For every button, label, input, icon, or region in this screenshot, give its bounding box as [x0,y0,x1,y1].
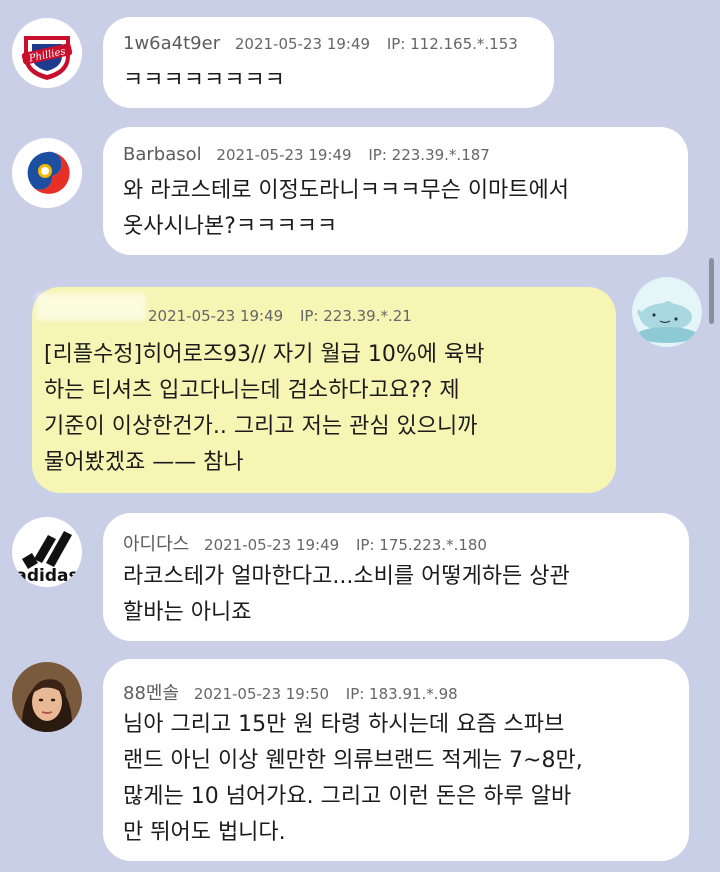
comment-meta: Barbasol 2021-05-23 19:49 IP: 223.39.*.1… [123,144,490,165]
comment-ip: IP: 223.39.*.21 [299,307,412,325]
comment-body: [리플수정]히어로즈93// 자기 월급 10%에 육박 하는 티셔츠 입고다니… [44,337,484,481]
comment-line: 만 뛰어도 법니다. [123,820,286,845]
comment-bubble: 88멘솔 2021-05-23 19:50 IP: 183.91.*.98 님아… [103,659,689,861]
portrait-photo-avatar[interactable] [12,662,82,732]
comment-bubble: 아디다스 2021-05-23 19:49 IP: 175.223.*.180 … [103,513,689,641]
korea-taegeuk-logo-icon [13,139,81,207]
comment-nickname[interactable]: 88멘솔 [123,683,179,704]
comment-date: 2021-05-23 19:49 [204,536,340,554]
svg-text:adidas: adidas [15,566,78,586]
comment-body: 님아 그리고 15만 원 타령 하시는데 요즘 스파브 랜드 아닌 이상 웬만한… [123,707,583,851]
comment-date: 2021-05-23 19:49 [148,307,284,325]
comment-nickname[interactable]: Barbasol [123,144,202,165]
comment-line: 할바는 아니죠 [123,600,252,625]
scrollbar[interactable] [709,258,714,324]
comment-meta: 2021-05-23 19:49 IP: 223.39.*.21 [148,307,412,325]
hidden-nickname [36,293,146,321]
comment-date: 2021-05-23 19:49 [234,35,371,53]
dolphin-avatar[interactable] [632,277,702,347]
comment-body: ㅋㅋㅋㅋㅋㅋㅋㅋ [123,63,285,99]
dolphin-icon [633,278,701,346]
comment-body: 라코스테가 얼마한다고...소비를 어떻게하든 상관 할바는 아니죠 [123,559,570,631]
portrait-photo-icon [12,662,82,732]
comment-ip: IP: 112.165.*.153 [386,35,518,53]
korea-taegeuk-logo-avatar[interactable] [12,138,82,208]
comment-line: 랜드 아닌 이상 웬만한 의류브랜드 적게는 7~8만, [123,748,583,773]
comment-body: 와 라코스테로 이정도라니ㅋㅋㅋ무슨 이마트에서 옷사시나본?ㅋㅋㅋㅋㅋ [123,173,569,245]
comment-nickname[interactable]: 아디다스 [123,534,189,555]
comment-nickname[interactable]: 1w6a4t9er [123,33,220,54]
adidas-logo-avatar[interactable]: adidas [12,517,82,587]
phillies-logo-icon: Phillies [13,19,81,87]
comment-meta: 88멘솔 2021-05-23 19:50 IP: 183.91.*.98 [123,679,458,705]
comment-line: 님아 그리고 15만 원 타령 하시는데 요즘 스파브 [123,712,565,737]
comment-line: 많게는 10 넘어가요. 그리고 이런 돈은 하루 알바 [123,784,572,809]
comment-line: ㅋㅋㅋㅋㅋㅋㅋㅋ [123,68,285,93]
comment-line: 와 라코스테로 이정도라니ㅋㅋㅋ무슨 이마트에서 [123,178,570,203]
comment-bubble-mine: 2021-05-23 19:49 IP: 223.39.*.21 [리플수정]히… [32,287,616,493]
comment-line: 기준이 이상한건가.. 그리고 저는 관심 있으니까 [44,414,478,439]
comment-line: 옷사시나본?ㅋㅋㅋㅋㅋ [123,214,338,239]
comment-date: 2021-05-23 19:50 [193,685,329,703]
adidas-logo-icon: adidas [13,518,81,586]
comment-line: 라코스테가 얼마한다고...소비를 어떻게하든 상관 [123,564,570,589]
comment-meta: 1w6a4t9er 2021-05-23 19:49 IP: 112.165.*… [123,33,518,54]
comment-ip: IP: 175.223.*.180 [355,536,487,554]
comment-bubble: 1w6a4t9er 2021-05-23 19:49 IP: 112.165.*… [103,17,554,108]
comment-line: 하는 티셔츠 입고다니는데 검소하다고요?? 제 [44,378,460,403]
comment-date: 2021-05-23 19:49 [216,146,352,164]
comment-ip: IP: 183.91.*.98 [345,685,458,703]
comment-line: 물어봤겠죠 —— 참나 [44,450,244,475]
comment-line: [리플수정]히어로즈93// 자기 월급 10%에 육박 [44,342,485,367]
comment-meta: 아디다스 2021-05-23 19:49 IP: 175.223.*.180 [123,530,487,556]
phillies-logo-avatar[interactable]: Phillies [12,18,82,88]
comment-bubble: Barbasol 2021-05-23 19:49 IP: 223.39.*.1… [103,127,688,255]
comment-ip: IP: 223.39.*.187 [368,146,490,164]
